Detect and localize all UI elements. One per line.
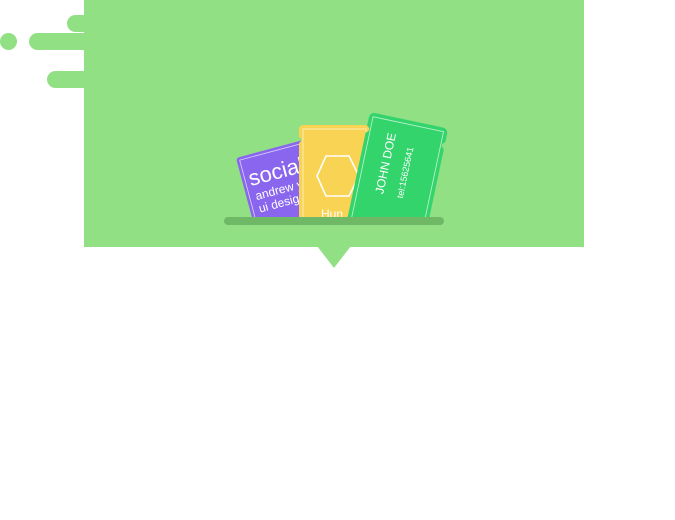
banner-pointer xyxy=(317,246,351,268)
business-cards-illustration: social andrew y ui design Hun JOHN DOE t… xyxy=(224,100,454,222)
speed-dot xyxy=(0,33,17,50)
speed-line-connector xyxy=(110,52,162,69)
shelf xyxy=(224,217,444,225)
